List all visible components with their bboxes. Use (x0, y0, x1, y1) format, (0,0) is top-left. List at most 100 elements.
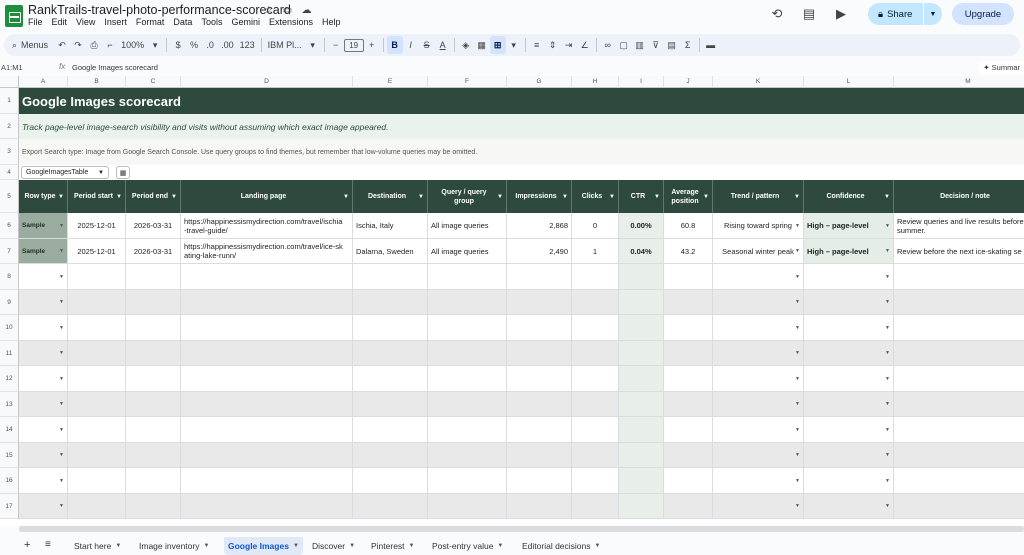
cell-row-type[interactable]: Sample ▼ (19, 213, 68, 239)
redo-icon[interactable]: ↷ (70, 36, 86, 54)
empty-cell[interactable] (68, 366, 126, 392)
empty-cell[interactable] (68, 341, 126, 366)
row-header-9[interactable]: 9 (0, 290, 19, 315)
empty-cell[interactable]: ▼ (804, 468, 894, 494)
name-box[interactable]: A1:M1 (1, 63, 23, 72)
dropdown-chevron-icon[interactable]: ▼ (885, 427, 890, 433)
empty-cell[interactable] (126, 315, 181, 341)
dropdown-chevron-icon[interactable]: ▼ (59, 401, 64, 407)
chevron-down-icon[interactable]: ▼ (98, 170, 104, 176)
empty-cell[interactable] (181, 392, 353, 417)
print-icon[interactable]: ⎙ (86, 36, 102, 54)
dropdown-chevron-icon[interactable]: ▼ (885, 350, 890, 356)
dropdown-chevron-icon[interactable]: ▼ (885, 223, 890, 229)
share-dropdown-icon[interactable]: ▼ (924, 11, 942, 18)
empty-cell[interactable] (572, 290, 619, 315)
column-menu-chevron-icon[interactable]: ▼ (609, 193, 615, 202)
empty-cell[interactable] (353, 315, 428, 341)
column-menu-chevron-icon[interactable]: ▼ (703, 193, 709, 202)
decrease-decimal-button[interactable]: .0 (202, 36, 218, 54)
comment-icon[interactable]: ▤ (798, 3, 820, 25)
sheet-tab-menu-icon[interactable]: ▼ (349, 543, 355, 549)
functions-button[interactable]: Σ (680, 36, 696, 54)
empty-cell[interactable] (664, 494, 713, 519)
number-format-button[interactable]: 123 (237, 36, 258, 54)
empty-cell[interactable] (126, 494, 181, 519)
empty-cell[interactable]: ▼ (19, 392, 68, 417)
empty-cell[interactable] (507, 443, 572, 468)
empty-cell[interactable]: ▼ (804, 366, 894, 392)
font-select[interactable]: IBM Pl... (265, 36, 305, 54)
empty-cell[interactable] (619, 392, 664, 417)
empty-cell[interactable]: ▼ (804, 392, 894, 417)
sheet-title[interactable]: Google Images scorecard (19, 88, 1024, 114)
sheet-tab-menu-icon[interactable]: ▼ (293, 543, 299, 549)
empty-cell[interactable] (68, 443, 126, 468)
menu-view[interactable]: View (76, 17, 95, 27)
merge-dropdown-icon[interactable]: ▾ (506, 36, 522, 54)
empty-cell[interactable] (181, 417, 353, 443)
sheet-tab-post-entry-value[interactable]: Post-entry value ▼ (428, 537, 507, 555)
column-menu-chevron-icon[interactable]: ▼ (884, 193, 890, 202)
column-header-m[interactable]: M (894, 76, 1024, 88)
sheet-note[interactable]: Export Search type: Image from Google Se… (19, 139, 1024, 165)
empty-cell[interactable] (181, 290, 353, 315)
font-size-input[interactable]: 19 (343, 38, 364, 52)
empty-cell[interactable] (572, 468, 619, 494)
empty-cell[interactable] (68, 290, 126, 315)
empty-cell[interactable] (572, 341, 619, 366)
empty-cell[interactable] (353, 443, 428, 468)
cell-landing-page[interactable]: https://happinessismydirection.com/trave… (181, 213, 353, 239)
empty-cell[interactable] (894, 315, 1024, 341)
empty-cell[interactable] (353, 264, 428, 290)
font-size-increase-icon[interactable]: + (364, 36, 380, 54)
empty-cell[interactable] (126, 392, 181, 417)
column-menu-chevron-icon[interactable]: ▼ (794, 193, 800, 202)
empty-cell[interactable]: ▼ (713, 290, 804, 315)
cell-decision[interactable]: Review queries and live results before su… (894, 213, 1024, 239)
empty-cell[interactable] (126, 417, 181, 443)
empty-cell[interactable] (181, 341, 353, 366)
vertical-align-icon[interactable]: ⇕ (545, 36, 561, 54)
increase-decimal-button[interactable]: .00 (218, 36, 237, 54)
dropdown-chevron-icon[interactable]: ▼ (885, 325, 890, 331)
share-main[interactable]: 🔒︎ Share (868, 3, 924, 25)
dropdown-chevron-icon[interactable]: ▼ (795, 248, 800, 254)
cell-clicks[interactable]: 1 (572, 239, 619, 264)
empty-cell[interactable] (664, 392, 713, 417)
cell-query-group[interactable]: All image queries (428, 239, 507, 264)
column-menu-chevron-icon[interactable]: ▼ (343, 193, 349, 202)
cell-confidence[interactable]: High – page-level ▼ (804, 239, 894, 264)
empty-cell[interactable] (181, 494, 353, 519)
sheet-subtitle[interactable]: Track page-level image-search visibility… (19, 114, 1024, 139)
row-header-1[interactable]: 1 (0, 88, 19, 114)
text-rotation-icon[interactable]: ∠ (577, 36, 593, 54)
row-header-4[interactable]: 4 (0, 165, 19, 180)
dropdown-chevron-icon[interactable]: ▼ (885, 299, 890, 305)
insert-comment-icon[interactable]: ▢ (616, 36, 632, 54)
empty-cell[interactable] (894, 443, 1024, 468)
select-all-corner[interactable] (0, 76, 19, 88)
row-header-2[interactable]: 2 (0, 114, 19, 139)
table-name-chip[interactable]: GoogleImagesTable ▼ (21, 166, 109, 179)
cell-query-group[interactable]: All image queries (428, 213, 507, 239)
empty-cell[interactable] (428, 468, 507, 494)
empty-cell[interactable] (353, 494, 428, 519)
dropdown-chevron-icon[interactable]: ▼ (59, 503, 64, 509)
empty-cell[interactable]: ▼ (19, 366, 68, 392)
dropdown-chevron-icon[interactable]: ▼ (885, 248, 890, 254)
dropdown-chevron-icon[interactable]: ▼ (795, 376, 800, 382)
menu-data[interactable]: Data (173, 17, 192, 27)
table-header-m[interactable]: Decision / note▼ (894, 180, 1024, 213)
row-header-17[interactable]: 17 (0, 494, 19, 519)
table-header-c[interactable]: Period end ▼ (126, 180, 181, 213)
empty-cell[interactable] (572, 494, 619, 519)
sheets-logo-icon[interactable] (5, 5, 23, 27)
row-header-14[interactable]: 14 (0, 417, 19, 443)
filter-views-icon[interactable]: ▤ (664, 36, 680, 54)
empty-cell[interactable] (894, 290, 1024, 315)
empty-cell[interactable] (572, 417, 619, 443)
cell-trend[interactable]: Rising toward spring ▼ (713, 213, 804, 239)
empty-cell[interactable] (894, 392, 1024, 417)
row-header-7[interactable]: 7 (0, 239, 19, 264)
